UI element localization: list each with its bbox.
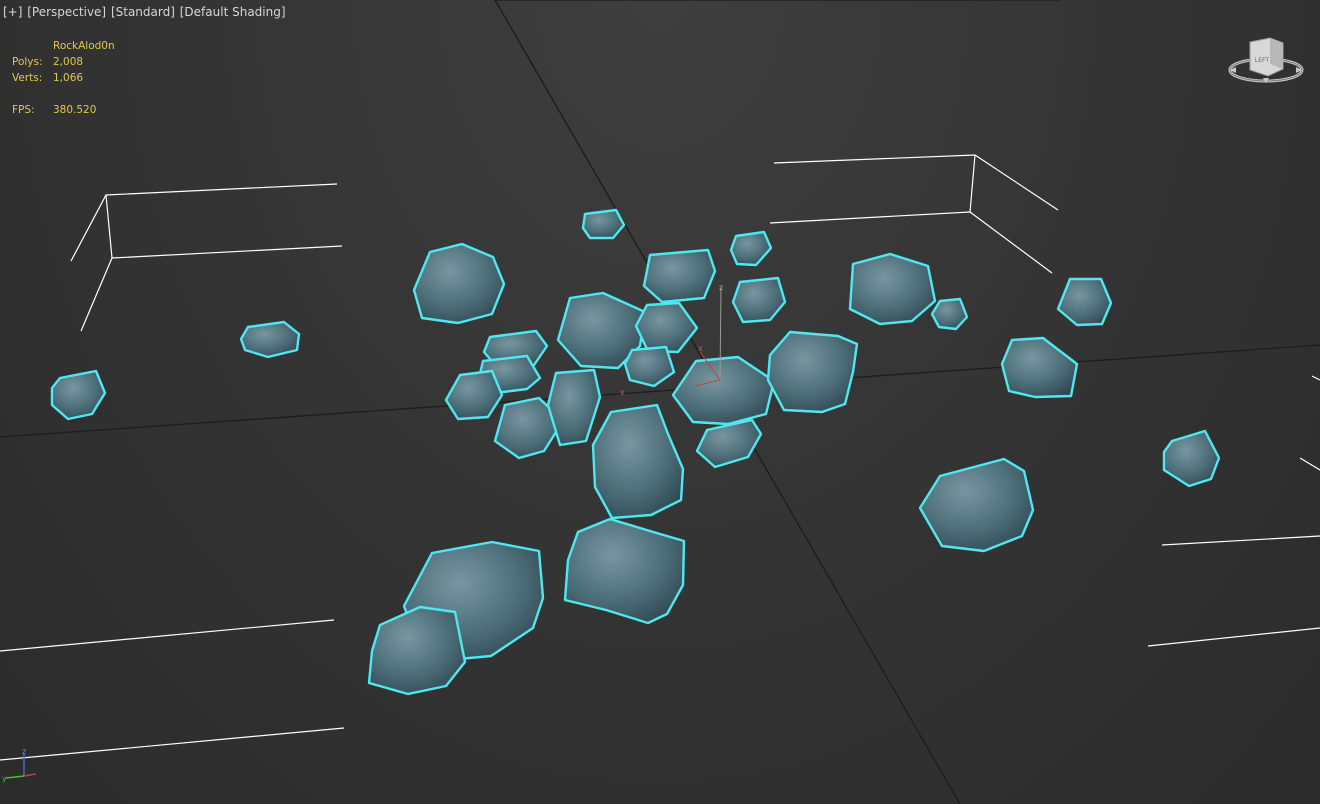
axis-tripod: z y [2,747,37,783]
svg-text:z: z [719,283,723,292]
home-grid [0,0,1320,804]
viewcube-icon[interactable]: LEFT [1226,34,1306,94]
fps-value: 380.520 [53,104,97,116]
object-name: RockAlod0n [53,40,115,52]
rock-object[interactable] [581,208,626,240]
viewport-label-menu: [+] [Perspective] [Standard] [Default Sh… [3,5,287,19]
fps-label: FPS: [12,104,35,116]
rock-object[interactable] [591,403,685,520]
viewport-point-of-view-menu[interactable]: [Perspective] [27,5,106,19]
rock-object[interactable] [623,345,676,388]
polys-label: Polys: [12,56,43,68]
rock-objects[interactable] [50,208,1221,696]
rock-object[interactable] [444,369,504,421]
rock-object[interactable] [848,252,937,326]
rock-object[interactable] [642,248,717,304]
rock-object[interactable] [239,320,301,359]
axis-y-label: y [2,774,7,783]
rock-object[interactable] [1162,429,1221,488]
rock-object[interactable] [731,276,787,324]
rock-object[interactable] [729,230,773,267]
rock-object[interactable] [1056,277,1113,327]
rock-object[interactable] [367,605,467,696]
rock-object[interactable] [930,297,969,331]
viewcube-face-label[interactable]: LEFT [1255,57,1269,64]
svg-text:x: x [620,388,625,397]
verts-value: 1,066 [53,72,84,84]
viewport-general-menu[interactable]: [+] [3,5,22,19]
axis-z-label: z [22,747,26,756]
viewport-shading-menu[interactable]: [Default Shading] [180,5,286,19]
viewport-standard-menu[interactable]: [Standard] [111,5,175,19]
rock-object[interactable] [634,301,699,354]
rock-object[interactable] [50,369,107,421]
svg-text:x: x [698,344,703,353]
verts-label: Verts: [12,72,43,84]
rock-object[interactable] [1000,336,1079,399]
perspective-viewport[interactable]: z x x [+] [Perspective] [Standard] [Defa… [0,0,1320,804]
rock-object[interactable] [671,355,776,426]
rock-object[interactable] [766,330,859,414]
polys-value: 2,008 [53,56,84,68]
rock-object[interactable] [563,517,686,625]
scene-canvas[interactable]: z x x [0,0,1320,804]
rock-object[interactable] [412,242,506,325]
rock-object[interactable] [695,418,763,469]
rock-object[interactable] [546,368,602,447]
rock-object[interactable] [918,457,1035,553]
